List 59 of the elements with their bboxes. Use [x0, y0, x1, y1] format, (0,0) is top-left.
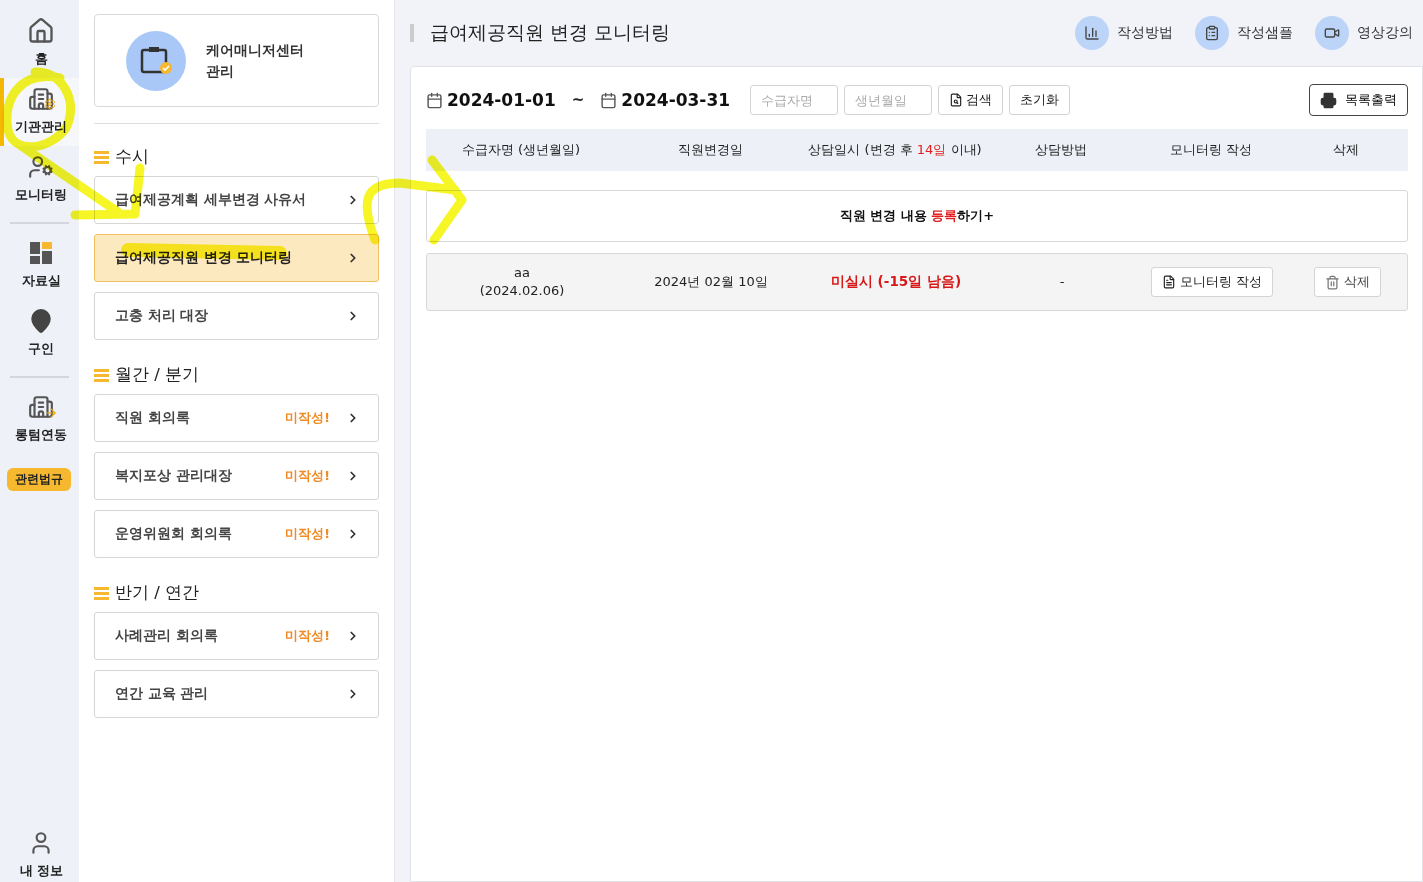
card-title: 케어매니저센터 관리	[205, 40, 304, 81]
sidebar-nav-item[interactable]: 홈	[0, 10, 79, 78]
menu-item[interactable]: 운영위원회 회의록 미작성!	[93, 510, 379, 558]
status-label: 미작성!	[285, 627, 330, 645]
sidebar-nav-item[interactable]: 모니터링	[0, 146, 79, 214]
calendar-icon	[600, 91, 618, 109]
calendar-icon	[426, 91, 443, 109]
table-cell-text: -	[1058, 273, 1066, 291]
section-title: 반기 / 연간	[114, 582, 199, 604]
list-icon	[93, 150, 109, 164]
menu-item[interactable]: 사례관리 회의록 미작성!	[93, 612, 379, 660]
help-link[interactable]: 작성샘플	[1195, 16, 1293, 50]
start-date[interactable]: 2024-01-01	[426, 90, 556, 110]
birthdate-field[interactable]: 생년월일	[844, 85, 933, 115]
menu-item[interactable]: 고충 처리 대장	[93, 292, 379, 340]
help-link[interactable]: 영상강의	[1315, 16, 1413, 50]
column-header: 상담일시 (변경 후 14일 이내)	[807, 141, 983, 159]
name-field[interactable]: 수급자명	[750, 85, 839, 115]
column-header: 수급자명 (생년월일)	[460, 141, 582, 159]
section-title: 수시	[114, 146, 149, 168]
status-label: 미작성!	[285, 525, 330, 543]
help-link[interactable]: 작성방법	[1075, 16, 1173, 50]
trash-icon	[1324, 274, 1340, 290]
menu-item[interactable]: 연간 교육 관리	[93, 670, 379, 718]
chart-icon	[1084, 25, 1100, 41]
clipboard-icon	[1204, 25, 1220, 41]
center-card[interactable]: 케어매니저센터 관리	[93, 14, 379, 107]
column-header: 모니터링 작성	[1168, 141, 1254, 159]
menu-item[interactable]: 복지포상 관리대장 미작성!	[93, 452, 379, 500]
printer-icon	[1320, 91, 1337, 109]
menu-item[interactable]: 직원 회의록 미작성!	[93, 394, 379, 442]
register-button[interactable]: 직원 변경 내용 등록하기+	[426, 190, 1408, 242]
video-icon	[1324, 25, 1340, 41]
delete-button[interactable]: 삭제	[1313, 267, 1381, 297]
sidebar-nav-item[interactable]: 롱텀연동	[0, 386, 79, 454]
page-title: 급여제공직원 변경 모니터링	[430, 20, 672, 45]
column-header: 직원변경일	[676, 141, 744, 159]
sidebar-nav-item[interactable]: 자료실	[0, 232, 79, 300]
sidebar-nav-item[interactable]: 내 정보	[0, 822, 79, 882]
status-label: 미작성!	[285, 467, 330, 485]
table-cell-text: aa (2024.02.06)	[478, 264, 566, 300]
column-header: 삭제	[1332, 141, 1360, 159]
list-icon	[93, 586, 109, 600]
column-header: 상담방법	[1034, 141, 1088, 159]
table-cell-text: 2024년 02월 10일	[653, 273, 769, 291]
reset-button[interactable]: 초기화	[1009, 85, 1071, 115]
law-badge[interactable]: 관련법규	[7, 468, 72, 491]
section-title: 월간 / 분기	[114, 364, 199, 386]
sidebar-nav-item[interactable]: 구인	[0, 300, 79, 368]
search-icon	[949, 93, 964, 107]
document-icon	[1162, 275, 1176, 289]
table-cell-text: 미실시 (-15일 남음)	[829, 273, 963, 291]
search-button[interactable]: 검색	[938, 85, 1004, 115]
end-date[interactable]: 2024-03-31	[600, 90, 731, 110]
range-separator: ~	[571, 91, 585, 109]
print-button[interactable]: 목록출력	[1309, 84, 1408, 116]
write-monitoring-button[interactable]: 모니터링 작성	[1151, 267, 1273, 297]
status-label: 미작성!	[285, 409, 330, 427]
list-icon	[93, 368, 109, 382]
